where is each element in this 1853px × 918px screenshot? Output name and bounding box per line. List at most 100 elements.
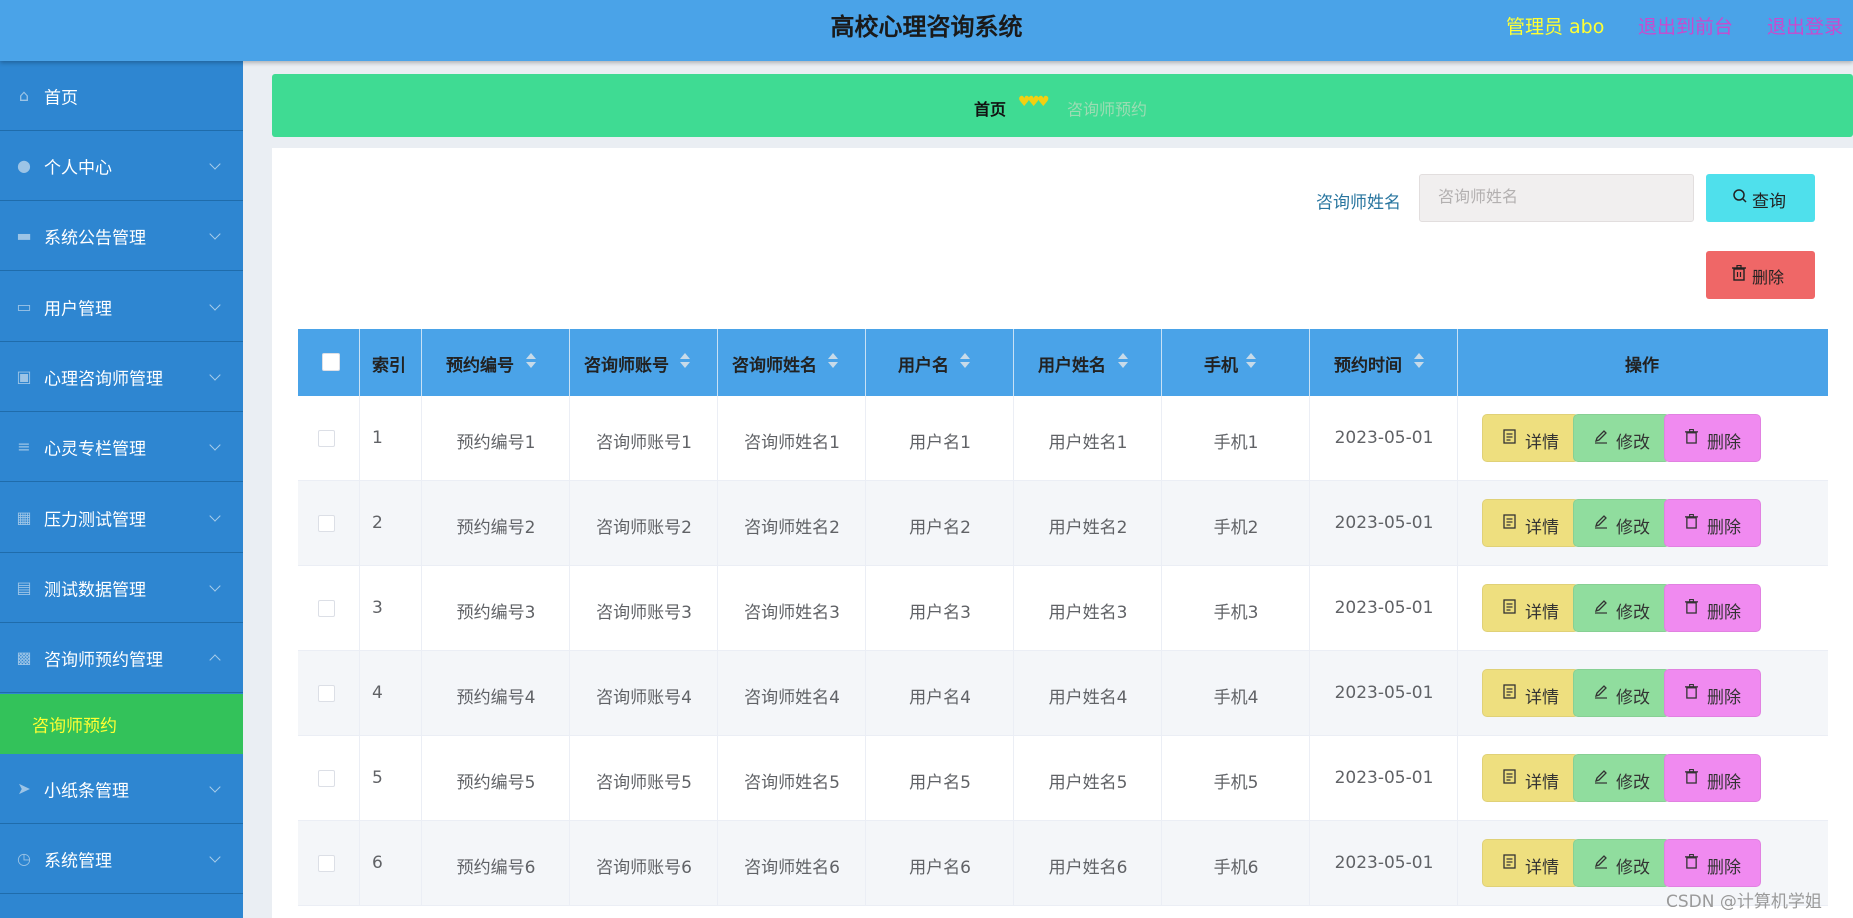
- breadcrumb-current: 咨询师预约: [1067, 100, 1148, 119]
- table-cell-name: 咨询师姓名2: [718, 481, 866, 566]
- sidebar-item-column[interactable]: ≡ 心灵专栏管理: [0, 412, 243, 482]
- query-button[interactable]: 查询: [1706, 174, 1815, 222]
- sidebar-item-test-data[interactable]: ▤ 测试数据管理: [0, 553, 243, 623]
- list-icon: ≡: [17, 436, 31, 456]
- sidebar-item-notes[interactable]: ➤ 小纸条管理: [0, 754, 243, 824]
- column-header[interactable]: 预约编号: [422, 329, 570, 396]
- clipboard-icon: ▣: [16, 366, 32, 386]
- delete-button[interactable]: 删除: [1664, 499, 1761, 547]
- detail-button[interactable]: 详情: [1482, 669, 1579, 717]
- delete-button[interactable]: 删除: [1664, 414, 1761, 462]
- breadcrumb-home[interactable]: 首页: [974, 96, 1006, 120]
- row-checkbox[interactable]: [318, 600, 335, 617]
- sidebar-item-system[interactable]: ◷ 系统管理: [0, 824, 243, 894]
- table-row: 5 预约编号5 咨询师账号5 咨询师姓名5 用户名5 用户姓名5 手机5 2023-05-01…: [298, 736, 1828, 821]
- row-checkbox[interactable]: [318, 685, 335, 702]
- trash-icon: [1685, 428, 1698, 448]
- back-to-front-link[interactable]: 退出到前台: [1638, 12, 1733, 39]
- paper-plane-icon: ➤: [17, 778, 31, 798]
- sidebar-item-announcement[interactable]: ▬ 系统公告管理: [0, 201, 243, 271]
- column-header: 索引: [360, 329, 422, 396]
- document-icon: [1503, 429, 1516, 448]
- select-cell: [298, 736, 360, 821]
- detail-button[interactable]: 详情: [1482, 584, 1579, 632]
- detail-button[interactable]: 详情: [1482, 754, 1579, 802]
- column-header[interactable]: 预约时间: [1310, 329, 1458, 396]
- delete-button[interactable]: 删除: [1664, 669, 1761, 717]
- breadcrumb: 首页 ♥♥♥ 咨询师预约: [272, 74, 1853, 137]
- chevron-down-icon: [209, 438, 221, 451]
- sidebar-item-counselors[interactable]: ▣ 心理咨询师管理: [0, 342, 243, 412]
- pencil-icon: [1594, 684, 1608, 703]
- edit-button[interactable]: 修改: [1573, 754, 1670, 802]
- row-checkbox[interactable]: [318, 770, 335, 787]
- sidebar-item-home[interactable]: ⌂ 首页: [0, 61, 243, 131]
- chevron-down-icon: [209, 298, 221, 311]
- actions-cell: 详情 修改 删除: [1458, 481, 1828, 566]
- row-checkbox[interactable]: [318, 430, 335, 447]
- sidebar-item-appointment[interactable]: ▩ 咨询师预约管理: [0, 623, 243, 693]
- edit-button[interactable]: 修改: [1573, 839, 1670, 887]
- edit-button[interactable]: 修改: [1573, 669, 1670, 717]
- monitor-icon: ▬: [16, 225, 32, 245]
- detail-button-label: 详情: [1525, 603, 1559, 623]
- row-checkbox[interactable]: [318, 515, 335, 532]
- row-checkbox[interactable]: [318, 855, 335, 872]
- column-header[interactable]: 用户名: [866, 329, 1014, 396]
- table-row: 4 预约编号4 咨询师账号4 咨询师姓名4 用户名4 用户姓名4 手机4 2023-05-01…: [298, 651, 1828, 736]
- sidebar-subitem-appointment[interactable]: 咨询师预约: [0, 694, 243, 754]
- edit-button[interactable]: 修改: [1573, 584, 1670, 632]
- sidebar-item-label: 首页: [44, 88, 78, 108]
- sidebar-item-personal-center[interactable]: ● 个人中心: [0, 131, 243, 201]
- detail-button-label: 详情: [1525, 858, 1559, 878]
- logout-link[interactable]: 退出登录: [1767, 12, 1843, 39]
- select-all-column: [298, 329, 360, 396]
- sidebar-item-label: 个人中心: [44, 158, 112, 178]
- edit-button[interactable]: 修改: [1573, 414, 1670, 462]
- detail-button[interactable]: 详情: [1482, 839, 1579, 887]
- sidebar-item-stress-test[interactable]: ▦ 压力测试管理: [0, 483, 243, 553]
- select-all-checkbox[interactable]: [322, 353, 340, 371]
- sort-icon[interactable]: [1246, 351, 1256, 371]
- sort-icon[interactable]: [828, 351, 838, 371]
- sort-icon[interactable]: [960, 351, 970, 371]
- table-cell-phone: 手机6: [1162, 821, 1310, 906]
- detail-button[interactable]: 详情: [1482, 499, 1579, 547]
- search-label: 咨询师姓名: [1316, 193, 1401, 213]
- table-cell-code: 预约编号6: [422, 821, 570, 906]
- table-cell-user: 用户名4: [866, 651, 1014, 736]
- sidebar-item-label: 系统管理: [44, 851, 112, 871]
- table-cell-account: 咨询师账号1: [570, 396, 718, 481]
- table-cell-index: 1: [360, 396, 422, 481]
- sidebar-item-users[interactable]: ▭ 用户管理: [0, 272, 243, 342]
- sort-icon[interactable]: [526, 351, 536, 371]
- delete-button[interactable]: 删除: [1664, 839, 1761, 887]
- delete-button[interactable]: 删除: [1664, 754, 1761, 802]
- actions-cell: 详情 修改 删除: [1458, 396, 1828, 481]
- batch-delete-button[interactable]: 删除: [1706, 251, 1815, 299]
- delete-button-label: 删除: [1707, 603, 1741, 623]
- actions-cell: 详情 修改 删除: [1458, 566, 1828, 651]
- edit-button-label: 修改: [1616, 518, 1650, 538]
- detail-button[interactable]: 详情: [1482, 414, 1579, 462]
- sort-icon[interactable]: [1414, 351, 1424, 371]
- select-cell: [298, 396, 360, 481]
- delete-button[interactable]: 删除: [1664, 584, 1761, 632]
- sidebar: ⌂ 首页 ● 个人中心 ▬ 系统公告管理 ▭ 用户管理 ▣ 心理咨询师管理 ≡ …: [0, 61, 243, 918]
- sort-icon[interactable]: [680, 351, 690, 371]
- actions-cell: 详情 修改 删除: [1458, 736, 1828, 821]
- sort-icon[interactable]: [1118, 351, 1128, 371]
- edit-button[interactable]: 修改: [1573, 499, 1670, 547]
- table-cell-user-name: 用户姓名6: [1014, 821, 1162, 906]
- table-cell-name: 咨询师姓名1: [718, 396, 866, 481]
- table-cell-account: 咨询师账号2: [570, 481, 718, 566]
- search-input[interactable]: [1419, 174, 1694, 222]
- column-header[interactable]: 咨询师账号: [570, 329, 718, 396]
- table-cell-user: 用户名2: [866, 481, 1014, 566]
- column-header[interactable]: 手机: [1162, 329, 1310, 396]
- column-header[interactable]: 用户姓名: [1014, 329, 1162, 396]
- trash-icon: [1685, 598, 1698, 618]
- column-header[interactable]: 咨询师姓名: [718, 329, 866, 396]
- table-cell-phone: 手机2: [1162, 481, 1310, 566]
- table-cell-name: 咨询师姓名3: [718, 566, 866, 651]
